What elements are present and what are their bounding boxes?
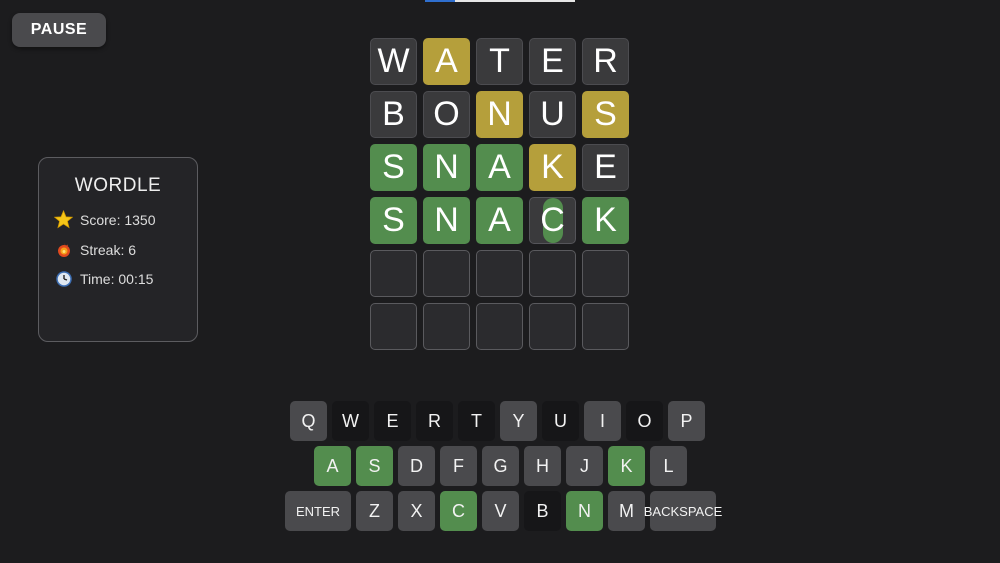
key-q[interactable]: Q [290,401,327,441]
key-f[interactable]: F [440,446,477,486]
board-tile [476,303,523,350]
keyboard-row: ENTER Z X C V B N M BACKSPACE [285,491,722,531]
tile-letter: T [489,42,510,80]
tile-letter: N [434,148,459,186]
key-l[interactable]: L [650,446,687,486]
tile-letter: C [540,201,565,239]
tile-letter: S [382,201,405,239]
guess-grid: WATERBONUSSNAKESNACK [370,38,629,350]
score-text: Score: 1350 [80,211,156,228]
tile-letter: R [593,42,618,80]
key-n[interactable]: N [566,491,603,531]
board-tile [529,250,576,297]
key-u[interactable]: U [542,401,579,441]
key-z[interactable]: Z [356,491,393,531]
key-j[interactable]: J [566,446,603,486]
board-tile: A [476,197,523,244]
key-s[interactable]: S [356,446,393,486]
board-tile: W [370,38,417,85]
board-tile: E [529,38,576,85]
board-tile: S [370,197,417,244]
board-tile: B [370,91,417,138]
tile-letter: N [434,201,459,239]
board-tile: N [423,144,470,191]
progress-bar-fill [425,0,455,2]
key-w[interactable]: W [332,401,369,441]
key-b[interactable]: B [524,491,561,531]
key-g[interactable]: G [482,446,519,486]
key-x[interactable]: X [398,491,435,531]
board-tile: O [423,91,470,138]
key-o[interactable]: O [626,401,663,441]
streak-stat: Streak: 6 [54,240,136,259]
clock-icon [54,269,73,288]
board-tile [370,303,417,350]
key-e[interactable]: E [374,401,411,441]
key-r[interactable]: R [416,401,453,441]
tile-letter: B [382,95,405,133]
pause-button[interactable]: PAUSE [12,13,106,47]
board-tile [582,250,629,297]
tile-letter: A [435,42,458,80]
tile-letter: A [488,148,511,186]
board-tile [370,250,417,297]
board-tile: N [423,197,470,244]
tile-letter: U [540,95,565,133]
board-tile: R [582,38,629,85]
progress-bar [425,0,575,2]
board-tile: A [423,38,470,85]
board-tile: T [476,38,523,85]
streak-text: Streak: 6 [80,241,137,258]
board-tile [529,303,576,350]
key-k[interactable]: K [608,446,645,486]
stats-panel: WORDLE Score: 1350 Streak: 6 Time: 00:15 [38,157,198,342]
score-stat: Score: 1350 [54,210,156,229]
key-i[interactable]: I [584,401,621,441]
key-p[interactable]: P [668,401,705,441]
tile-letter: A [488,201,511,239]
tile-letter: O [433,95,460,133]
board-tile [582,303,629,350]
board-tile [423,303,470,350]
board-tile: K [529,144,576,191]
board-tile [476,250,523,297]
board-tile: U [529,91,576,138]
tile-letter: N [487,95,512,133]
key-m[interactable]: M [608,491,645,531]
board-tile: S [370,144,417,191]
board-tile: A [476,144,523,191]
keyboard-row: QWERTYUIOP [290,401,705,441]
tile-letter: W [377,42,410,80]
key-t[interactable]: T [458,401,495,441]
enter-key[interactable]: ENTER [285,491,351,531]
key-c[interactable]: C [440,491,477,531]
backspace-key[interactable]: BACKSPACE [644,491,722,531]
tile-letter: E [541,42,564,80]
star-icon [54,210,73,229]
panel-title: WORDLE [74,175,162,196]
board-tile: N [476,91,523,138]
board-tile: C [529,197,576,244]
tile-letter: K [541,148,564,186]
tile-letter: S [594,95,617,133]
board-tile [423,250,470,297]
board-tile: S [582,91,629,138]
fire-icon [54,240,73,259]
key-h[interactable]: H [524,446,561,486]
key-y[interactable]: Y [500,401,537,441]
key-v[interactable]: V [482,491,519,531]
board-tile: K [582,197,629,244]
time-text: Time: 00:15 [80,270,154,287]
tile-letter: K [594,201,617,239]
key-a[interactable]: A [314,446,351,486]
tile-letter: S [382,148,405,186]
time-stat: Time: 00:15 [54,269,153,288]
tile-letter: E [594,148,617,186]
board-tile: E [582,144,629,191]
key-d[interactable]: D [398,446,435,486]
keyboard-row: ASDFGHJKL [314,446,687,486]
